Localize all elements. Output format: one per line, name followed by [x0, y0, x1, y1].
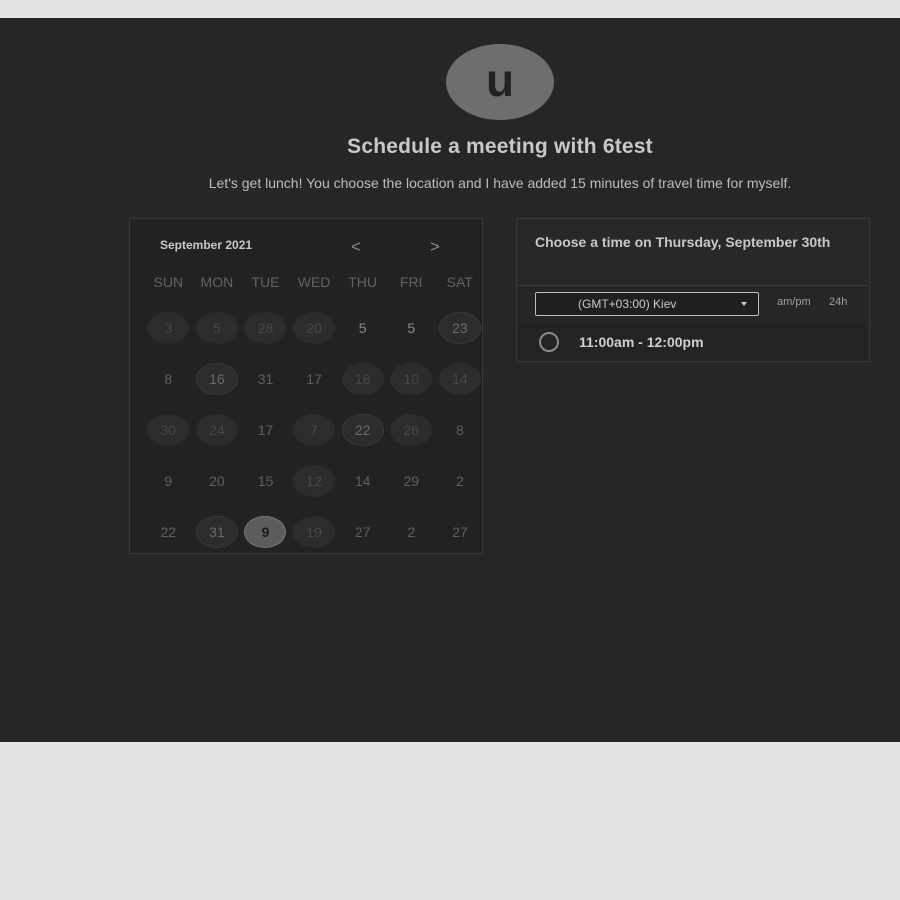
calendar-day-number: 29 [403, 472, 420, 489]
calendar-day: 27 [338, 506, 387, 557]
calendar-day-number: 2 [455, 472, 464, 489]
weekday-tue: TUE [251, 274, 280, 290]
page-subtitle: Let's get lunch! You choose the location… [208, 175, 792, 191]
page-title: Schedule a meeting with 6test [347, 135, 653, 158]
format-ampm-toggle[interactable]: am/pm [777, 296, 811, 308]
timezone-value: (GMT+03:00) Kiev [578, 297, 677, 311]
calendar-day-number: 16 [195, 362, 238, 395]
calendar-day-number: 28 [244, 311, 287, 344]
calendar: September 2021 < > SUN MON TUE WED THU F… [129, 218, 483, 554]
calendar-day-number: 31 [195, 515, 238, 548]
calendar-day-number: 7 [293, 413, 336, 446]
calendar-day-number: 27 [452, 523, 468, 540]
calendar-day-number: 14 [438, 362, 481, 395]
calendar-day-number: 8 [455, 421, 464, 438]
calendar-day: 17 [241, 404, 290, 455]
calendar-day[interactable]: 10 [387, 353, 436, 404]
calendar-day: 9 [144, 455, 193, 506]
calendar-day[interactable]: 5 [193, 302, 242, 353]
calendar-day-selected[interactable]: 9 [241, 506, 290, 557]
weekday-wed: WED [297, 274, 331, 290]
calendar-day[interactable]: 18 [338, 353, 387, 404]
calendar-day[interactable]: 28 [241, 302, 290, 353]
chevron-left-icon[interactable]: < [346, 237, 366, 257]
calendar-day: 14 [338, 455, 387, 506]
calendar-day[interactable]: 12 [290, 455, 339, 506]
weekday-fri: FRI [399, 274, 423, 290]
calendar-day-number: 31 [257, 370, 274, 387]
calendar-day: 20 [193, 455, 242, 506]
calendar-day: 5 [387, 302, 436, 353]
weekday-mon: MON [200, 274, 234, 290]
calendar-day-number: 15 [257, 472, 274, 489]
format-24h-toggle[interactable]: 24h [829, 296, 847, 308]
scheduler-panel: u Schedule a meeting with 6test Let's ge… [0, 18, 900, 742]
weekday-sat: SAT [446, 274, 473, 290]
calendar-day[interactable]: 20 [290, 302, 339, 353]
calendar-day: 27 [436, 506, 485, 557]
calendar-day-number: 14 [354, 472, 371, 489]
calendar-day-number: 20 [293, 311, 336, 344]
calendar-day-number: 19 [293, 515, 336, 548]
calendar-day: 2 [387, 506, 436, 557]
timezone-bar: (GMT+03:00) Kiev am/pm 24h [517, 286, 869, 324]
calendar-day-number: 23 [438, 311, 481, 344]
calendar-day: 31 [241, 353, 290, 404]
calendar-day[interactable]: 31 [193, 506, 242, 557]
calendar-day-number: 12 [293, 464, 336, 497]
calendar-day[interactable]: 14 [436, 353, 485, 404]
radio-button[interactable] [539, 332, 559, 352]
calendar-day: 8 [436, 404, 485, 455]
calendar-day: 29 [387, 455, 436, 506]
calendar-day-number: 22 [160, 523, 177, 540]
time-slot-label: 11:00am - 12:00pm [579, 334, 704, 350]
calendar-day[interactable]: 30 [144, 404, 193, 455]
calendar-day[interactable]: 26 [387, 404, 436, 455]
calendar-day: 2 [436, 455, 485, 506]
calendar-day: 15 [241, 455, 290, 506]
calendar-day-number: 9 [164, 472, 173, 489]
time-picker-title: Choose a time on Thursday, September 30t… [535, 234, 831, 250]
weekday-thu: THU [348, 274, 377, 290]
calendar-day[interactable]: 24 [193, 404, 242, 455]
calendar-day-number: 22 [341, 413, 384, 446]
calendar-day-number: 5 [195, 311, 238, 344]
calendar-day: 8 [144, 353, 193, 404]
calendar-day-number: 26 [390, 413, 433, 446]
weekday-sun: SUN [153, 274, 184, 290]
chevron-right-icon[interactable]: > [425, 237, 445, 257]
calendar-day-number: 30 [147, 413, 190, 446]
calendar-day-number: 5 [407, 319, 416, 336]
calendar-day: 17 [290, 353, 339, 404]
calendar-day[interactable]: 7 [290, 404, 339, 455]
calendar-day[interactable]: 16 [193, 353, 242, 404]
calendar-day-number: 27 [354, 523, 371, 540]
calendar-day-number: 17 [306, 370, 322, 387]
calendar-grid: 3 5 28 20 5 5 23 8 16 31 17 18 10 14 30 … [144, 302, 484, 557]
time-picker-header: Choose a time on Thursday, September 30t… [517, 219, 869, 286]
calendar-day[interactable]: 22 [338, 404, 387, 455]
calendar-day-number: 9 [244, 515, 287, 548]
weekday-header: SUN MON TUE WED THU FRI SAT [144, 274, 484, 290]
calendar-day-number: 8 [164, 370, 173, 387]
calendar-day-number: 17 [257, 421, 274, 438]
calendar-day-number: 18 [341, 362, 384, 395]
calendar-day: 22 [144, 506, 193, 557]
avatar: u [446, 44, 554, 120]
calendar-day-number: 20 [209, 472, 225, 489]
calendar-day-number: 2 [407, 523, 416, 540]
timezone-select[interactable]: (GMT+03:00) Kiev [535, 292, 759, 316]
calendar-day-number: 3 [147, 311, 190, 344]
calendar-day-number: 10 [390, 362, 433, 395]
calendar-day[interactable]: 3 [144, 302, 193, 353]
calendar-day: 5 [338, 302, 387, 353]
calendar-day[interactable]: 23 [436, 302, 485, 353]
caret-down-icon [741, 302, 747, 306]
calendar-month-label: September 2021 [160, 238, 253, 252]
calendar-day-number: 24 [195, 413, 238, 446]
calendar-day[interactable]: 19 [290, 506, 339, 557]
time-picker: Choose a time on Thursday, September 30t… [516, 218, 870, 362]
calendar-day-number: 5 [358, 319, 367, 336]
time-slot[interactable]: 11:00am - 12:00pm [517, 324, 869, 361]
